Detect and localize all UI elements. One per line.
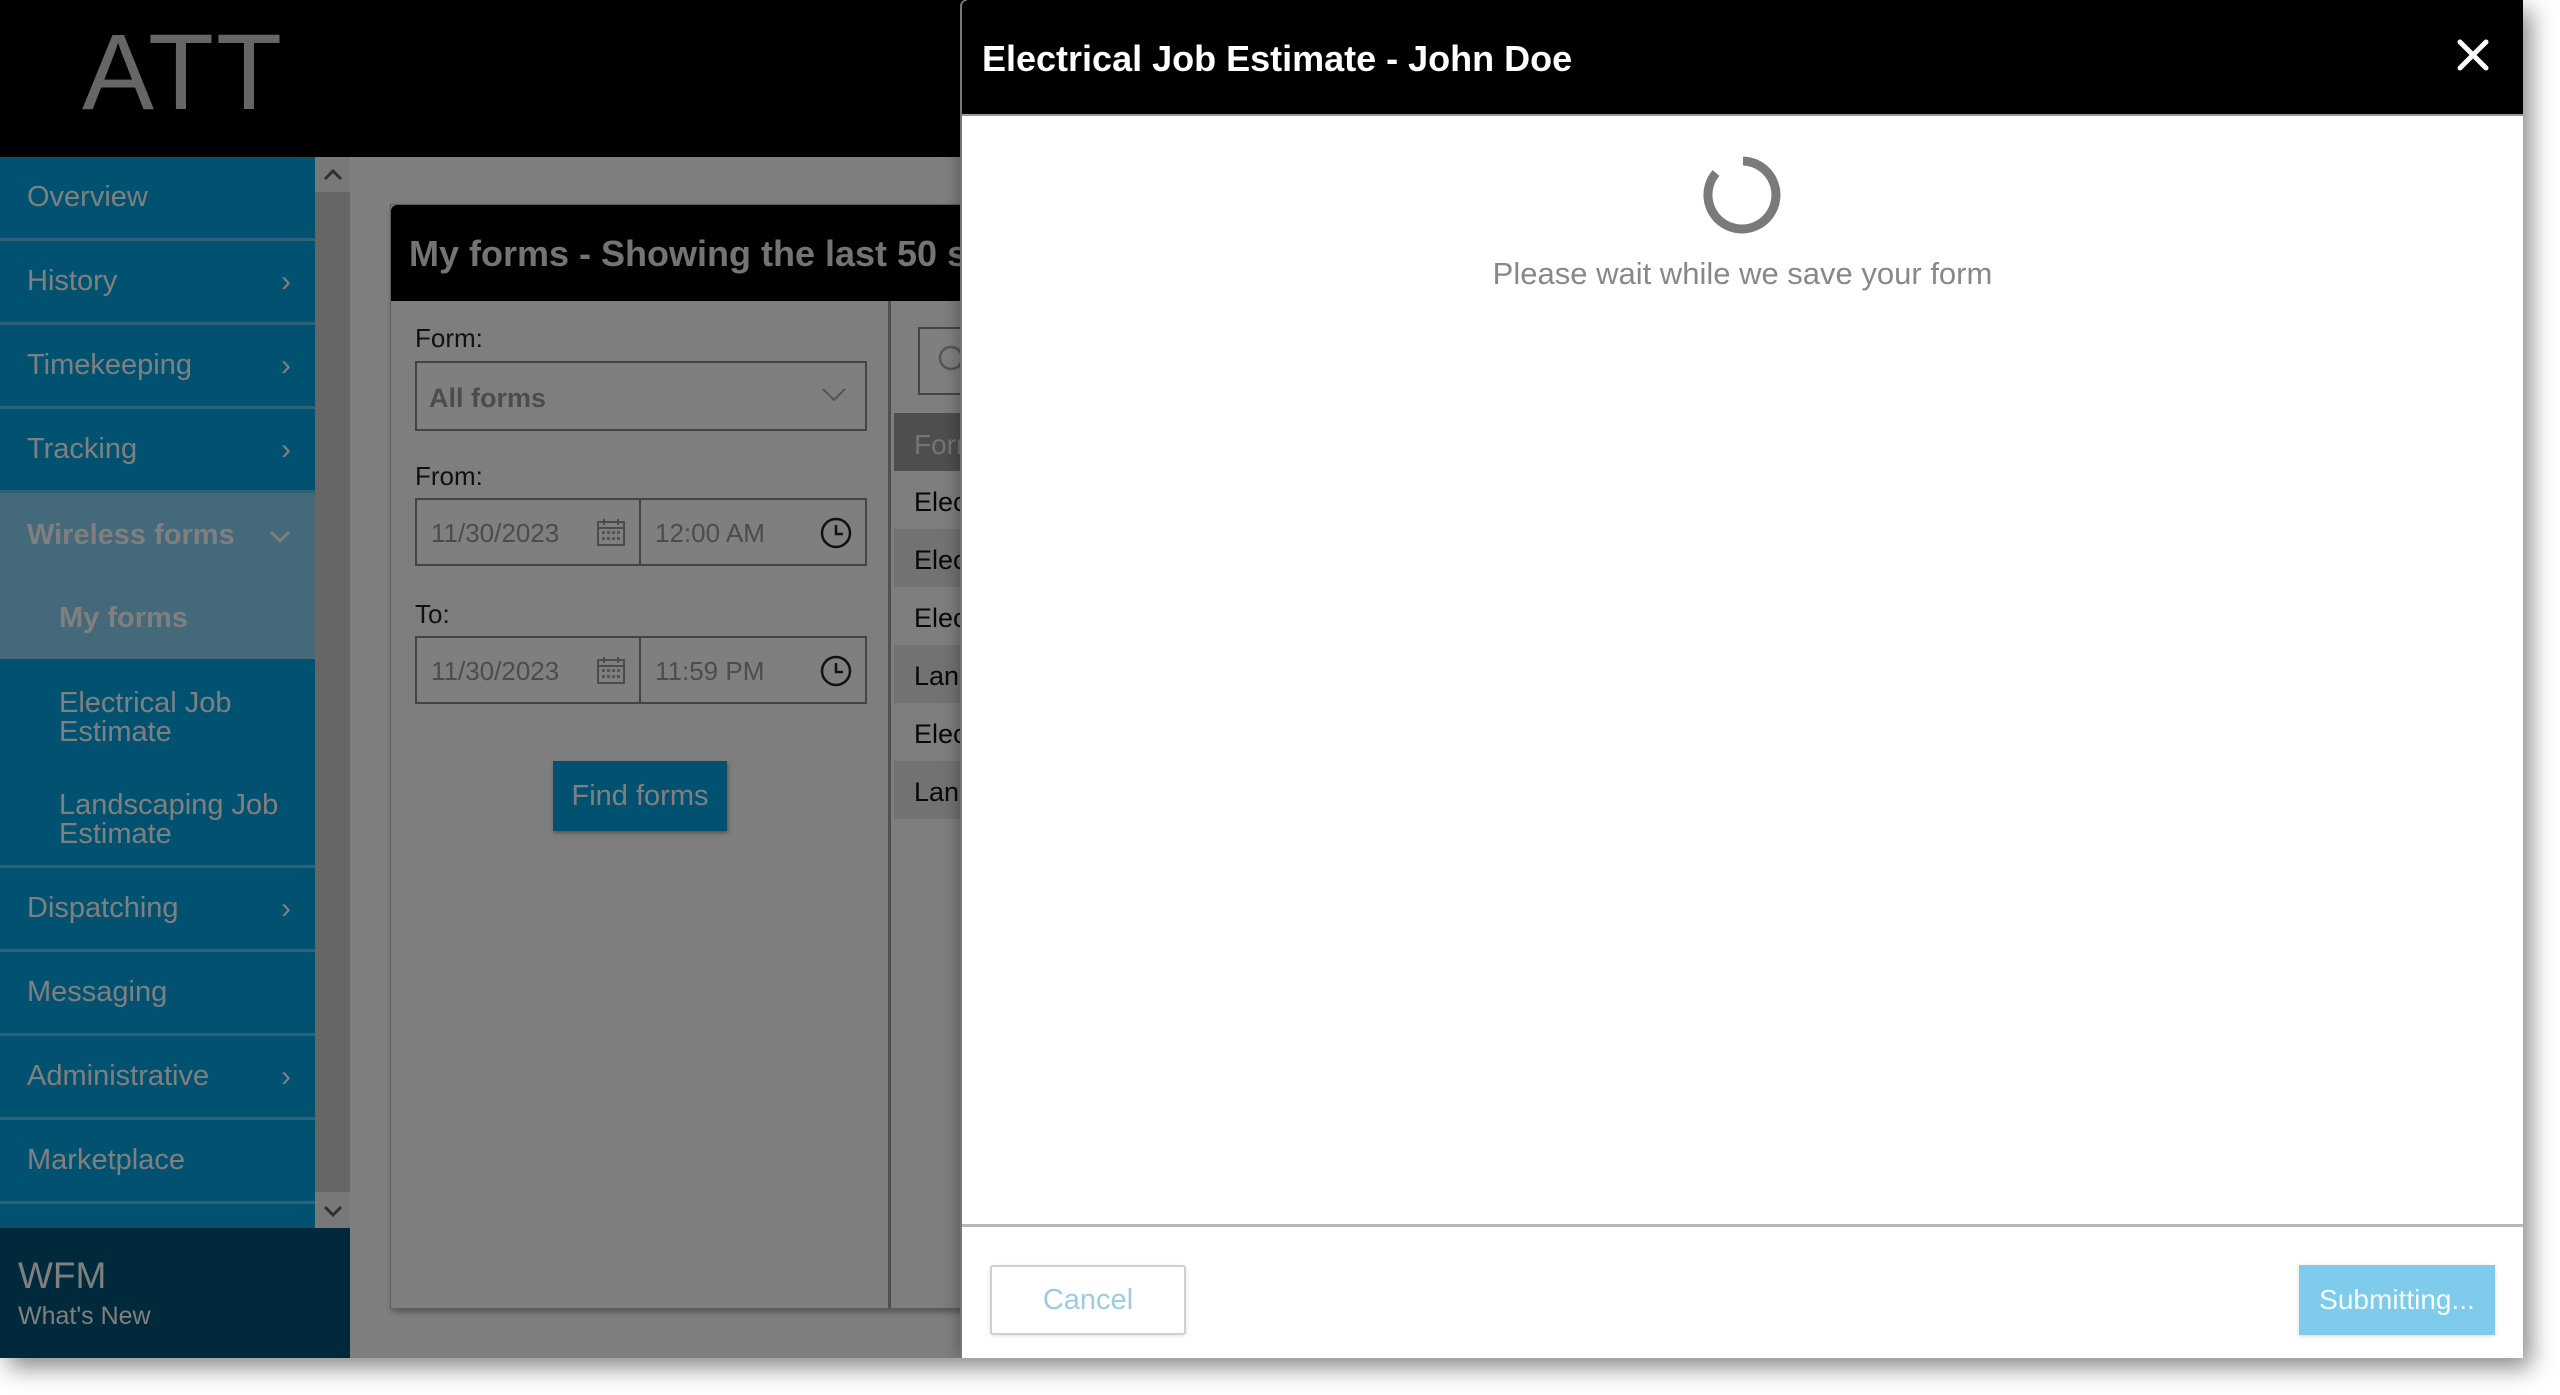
saving-message: Please wait while we save your form (1492, 256, 1993, 291)
submitting-button[interactable]: Submitting... (2299, 1265, 2495, 1335)
modal-footer-divider (962, 1224, 2523, 1227)
close-icon (2457, 39, 2489, 70)
cancel-button[interactable]: Cancel (990, 1265, 1186, 1335)
modal-title: Electrical Job Estimate - John Doe (982, 38, 1573, 79)
app-window: ATT Overview History› Timekeeping› Track… (0, 0, 2523, 1358)
loading-spinner-icon (1703, 156, 1781, 234)
close-button[interactable] (2453, 36, 2493, 76)
modal-header: Electrical Job Estimate - John Doe (962, 0, 2523, 116)
form-submit-modal: Electrical Job Estimate - John Doe Pleas… (960, 0, 2523, 1358)
